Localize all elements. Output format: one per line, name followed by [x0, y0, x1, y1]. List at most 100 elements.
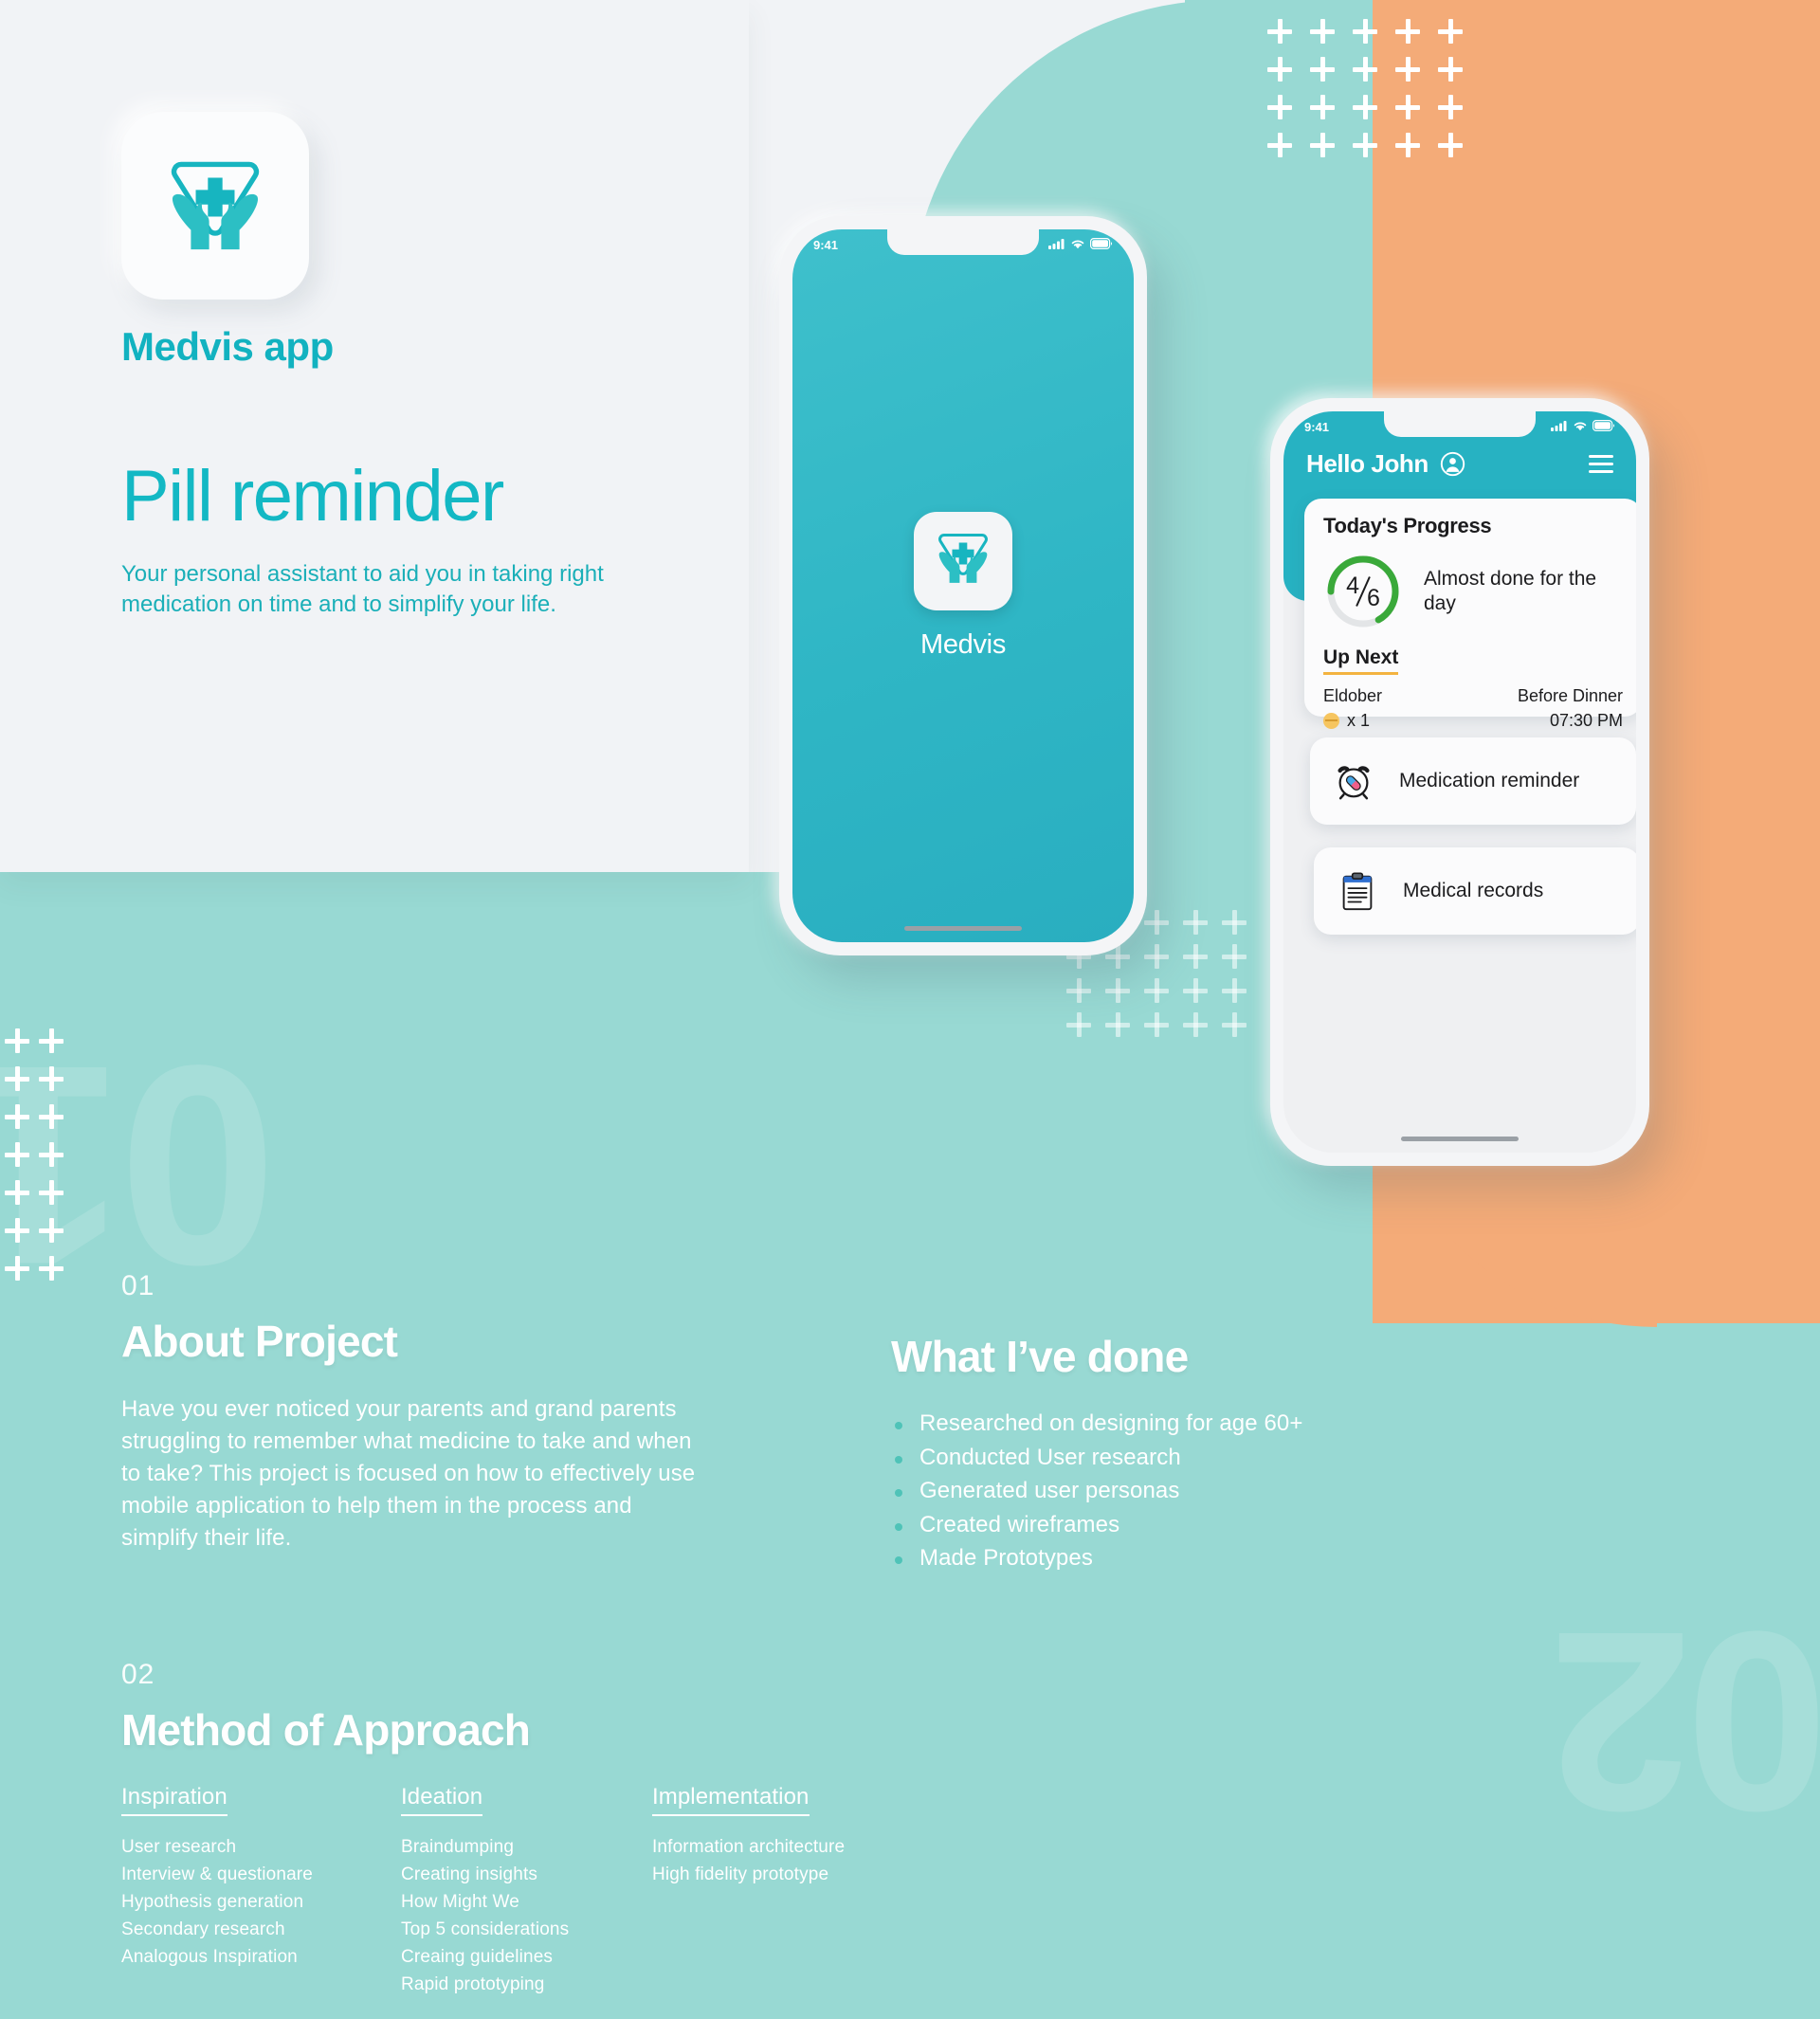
- up-next-schedule-col: Before Dinner 07:30 PM: [1518, 683, 1623, 733]
- plus-decoration-icon: [5, 1066, 29, 1091]
- list-item: Generated user personas: [891, 1474, 1479, 1508]
- plus-decoration-icon: [1267, 19, 1292, 44]
- plus-decoration-icon: [1395, 95, 1420, 119]
- medication-reminder-label: Medication reminder: [1399, 770, 1580, 792]
- alarm-clock-pill-icon: [1331, 758, 1376, 804]
- method-list-item: Creating insights: [401, 1864, 538, 1885]
- battery-full-icon: [1592, 419, 1615, 434]
- plus-decoration-icon: [39, 1256, 64, 1281]
- plus-decoration-icon: [1353, 133, 1377, 157]
- todays-progress-card[interactable]: Today's Progress 4 6 Almost done for the…: [1304, 499, 1636, 730]
- plus-decoration-icon: [1144, 910, 1169, 935]
- wifi-icon: [1070, 238, 1085, 252]
- plus-decoration-icon: [1310, 133, 1335, 157]
- method-column-title: Implementation: [652, 1784, 810, 1816]
- hamburger-menu-icon[interactable]: [1589, 455, 1613, 473]
- section-heading-about: About Project: [121, 1317, 398, 1366]
- section-what-ive-done: What I’ve done Researched on designing f…: [891, 1318, 1479, 1575]
- method-list-item: Top 5 considerations: [401, 1919, 570, 1940]
- section-heading-method: Method of Approach: [121, 1705, 531, 1755]
- up-next-dose: x 1: [1347, 711, 1371, 731]
- page-title: Pill reminder: [121, 456, 504, 537]
- cellular-signal-icon: [1551, 420, 1568, 434]
- user-circle-icon[interactable]: [1440, 451, 1465, 477]
- section-number-01: 01: [121, 1270, 155, 1301]
- plus-decoration-icon: [1222, 910, 1247, 935]
- pill-tablet-icon: [1323, 712, 1339, 729]
- plus-decoration-icon: [1310, 19, 1335, 44]
- plus-decoration-icon: [1267, 133, 1292, 157]
- method-items-implementation: Information architecture High fidelity pr…: [652, 1833, 1031, 1888]
- plus-pattern-top-right: [1267, 19, 1481, 171]
- plus-decoration-icon: [1144, 1012, 1169, 1037]
- app-top-bar: Hello John: [1283, 449, 1636, 479]
- method-column-implementation: Implementation Information architecture H…: [652, 1784, 1031, 1998]
- plus-decoration-icon: [1267, 95, 1292, 119]
- app-name-label: Medvis app: [121, 324, 334, 369]
- plus-decoration-icon: [1183, 978, 1208, 1003]
- plus-decoration-icon: [5, 1104, 29, 1129]
- status-time: 9:41: [813, 237, 839, 252]
- method-items-ideation: Braindumping Creating insights How Might W…: [401, 1833, 652, 1998]
- method-column-title: Ideation: [401, 1784, 483, 1816]
- method-column-title: Inspiration: [121, 1784, 228, 1816]
- greeting-group: Hello John: [1306, 449, 1465, 479]
- plus-decoration-icon: [39, 1218, 64, 1243]
- method-list-item: High fidelity prototype: [652, 1864, 829, 1885]
- plus-decoration-icon: [1438, 57, 1463, 82]
- watermark-number-02: 02: [1555, 1578, 1820, 1864]
- plus-decoration-icon: [39, 1066, 64, 1091]
- plus-decoration-icon: [1395, 57, 1420, 82]
- section-body-about: Have you ever noticed your parents and g…: [121, 1396, 696, 1552]
- method-list-item: Creaing guidelines: [401, 1947, 554, 1968]
- hands-holding-medical-triangle-icon: [155, 145, 276, 266]
- home-indicator: [1401, 1137, 1519, 1141]
- home-indicator: [904, 926, 1022, 931]
- splash-logo-tile: [914, 511, 1012, 610]
- plus-decoration-icon: [1353, 95, 1377, 119]
- plus-decoration-icon: [39, 1180, 64, 1205]
- method-list-item: Information architecture: [652, 1837, 846, 1857]
- app-logo-tile: [121, 112, 309, 300]
- plus-decoration-icon: [1222, 978, 1247, 1003]
- up-next-medicine-name: Eldober: [1323, 686, 1383, 705]
- list-item: Made Prototypes: [891, 1541, 1479, 1575]
- plus-decoration-icon: [1066, 978, 1091, 1003]
- plus-decoration-icon: [1438, 19, 1463, 44]
- plus-decoration-icon: [1183, 944, 1208, 969]
- method-list-item: Rapid prototyping: [401, 1974, 545, 1995]
- method-list-item: User research: [121, 1837, 237, 1857]
- method-list-item: How Might We: [401, 1892, 519, 1913]
- section-number-02: 02: [121, 1659, 155, 1690]
- plus-pattern-left: [5, 1028, 73, 1294]
- phone-screen-splash: 9:41 Medvis: [792, 229, 1134, 942]
- clipboard-records-icon: [1335, 868, 1380, 914]
- progress-card-title: Today's Progress: [1323, 514, 1492, 537]
- medication-reminder-card[interactable]: Medication reminder: [1310, 737, 1636, 825]
- plus-decoration-icon: [1353, 57, 1377, 82]
- greeting-label: Hello John: [1306, 449, 1429, 478]
- up-next-row: Eldober x 1 Before Dinner 07:30 PM: [1323, 683, 1623, 733]
- phone-mockup-splash: 9:41 Medvis: [779, 216, 1147, 955]
- splash-content: Medvis: [792, 229, 1134, 942]
- plus-decoration-icon: [1310, 95, 1335, 119]
- splash-app-label: Medvis: [919, 628, 1007, 660]
- plus-decoration-icon: [39, 1028, 64, 1053]
- done-items-list: Researched on designing for age 60+ Condu…: [891, 1407, 1479, 1575]
- section-heading-done: What I’ve done: [891, 1332, 1189, 1381]
- plus-decoration-icon: [1144, 978, 1169, 1003]
- section-about-project: 01 About Project Have you ever noticed y…: [121, 1270, 709, 1555]
- section-method-of-approach: 02 Method of Approach Inspiration User r…: [121, 1659, 1354, 1998]
- plus-decoration-icon: [1105, 978, 1130, 1003]
- plus-decoration-icon: [1222, 944, 1247, 969]
- medical-records-card[interactable]: Medical records: [1314, 847, 1636, 935]
- plus-decoration-icon: [5, 1180, 29, 1205]
- progress-message: Almost done for the day: [1424, 567, 1597, 614]
- method-list-item: Hypothesis generation: [121, 1892, 304, 1913]
- plus-decoration-icon: [1222, 1012, 1247, 1037]
- phone-screen-home: 9:41 Hello John Today's Progress 4 6 Alm…: [1283, 411, 1636, 1153]
- phone-notch: [887, 229, 1039, 255]
- plus-decoration-icon: [1066, 1012, 1091, 1037]
- plus-decoration-icon: [1144, 944, 1169, 969]
- progress-total-count: 6: [1367, 584, 1380, 611]
